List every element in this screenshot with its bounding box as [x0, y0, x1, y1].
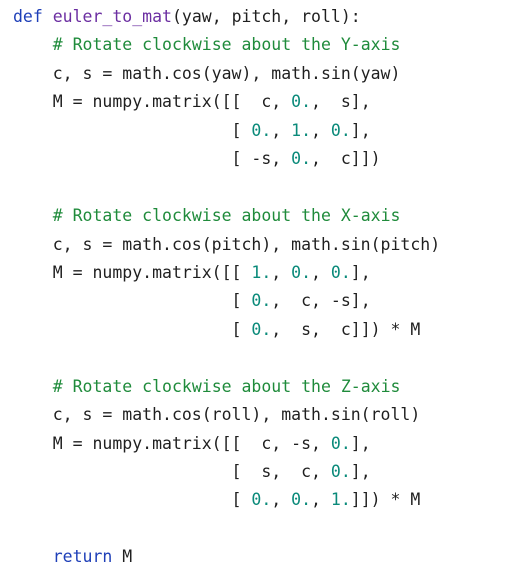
- number-token: 1.: [251, 262, 272, 282]
- code-token: c, s = math.cos(pitch), math.sin(pitch): [13, 234, 441, 254]
- number-token: 0.: [330, 462, 351, 481]
- comment-token: # Rotate clockwise about the X-axis: [52, 206, 401, 226]
- code-token: (yaw, pitch, roll):: [171, 7, 361, 26]
- code-token: , c, -s],: [271, 291, 371, 311]
- code-token: ,: [311, 120, 331, 140]
- number-token: 0.: [330, 433, 351, 453]
- code-token: ],: [350, 262, 371, 282]
- number-token: 0.: [251, 291, 272, 311]
- code-token: M = numpy.matrix([[: [13, 262, 252, 282]
- code-token: [: [13, 120, 252, 140]
- number-token: 0.: [251, 490, 272, 510]
- code-line: [ 0., 0., 1.]]) * M: [13, 486, 517, 514]
- code-token: ,: [271, 262, 292, 282]
- code-line: return M: [13, 543, 517, 571]
- code-token: c, s = math.cos(roll), math.sin(roll): [13, 405, 421, 425]
- code-token: [: [13, 490, 252, 510]
- code-line: M = numpy.matrix([[ c, 0., s],: [13, 88, 517, 116]
- number-token: 0.: [330, 262, 351, 282]
- function-name-token: euler_to_mat: [52, 7, 172, 26]
- number-token: 0.: [251, 319, 272, 339]
- keyword-token: return: [52, 547, 113, 567]
- code-line: [ 0., s, c]]) * M: [13, 316, 517, 344]
- code-token: M = numpy.matrix([[ c, -s,: [13, 433, 331, 453]
- number-token: 0.: [251, 120, 272, 140]
- code-line: c, s = math.cos(pitch), math.sin(pitch): [13, 231, 517, 259]
- code-token: ]]) * M: [350, 490, 421, 510]
- code-line: [ 0., 1., 0.],: [13, 117, 517, 145]
- number-token: 0.: [291, 490, 312, 510]
- code-token: ,: [271, 490, 292, 510]
- code-line: c, s = math.cos(roll), math.sin(roll): [13, 401, 517, 429]
- code-token: [ -s,: [13, 149, 292, 169]
- code-token: M: [112, 547, 133, 567]
- code-token: ,: [311, 262, 331, 282]
- code-line: # Rotate clockwise about the Y-axis: [13, 31, 517, 59]
- code-token: ],: [350, 462, 371, 481]
- number-token: 0.: [291, 262, 312, 282]
- number-token: 1.: [291, 120, 312, 140]
- code-line: M = numpy.matrix([[ c, -s, 0.],: [13, 430, 517, 458]
- number-token: 1.: [330, 490, 351, 510]
- code-line: [ 0., c, -s],: [13, 287, 517, 315]
- code-token: , s],: [311, 92, 371, 112]
- code-token: , s, c]]) * M: [271, 319, 421, 339]
- code-token: [ s, c,: [13, 462, 331, 481]
- code-line: M = numpy.matrix([[ 1., 0., 0.],: [13, 259, 517, 287]
- code-token: ,: [271, 120, 292, 140]
- code-line: # Rotate clockwise about the Z-axis: [13, 373, 517, 401]
- code-line: [ s, c, 0.],: [13, 458, 517, 486]
- number-token: 0.: [291, 149, 312, 169]
- code-line: c, s = math.cos(yaw), math.sin(yaw): [13, 60, 517, 88]
- comment-token: # Rotate clockwise about the Z-axis: [52, 376, 401, 396]
- code-token: [: [13, 291, 252, 311]
- code-token: ,: [311, 490, 331, 510]
- code-token: ],: [350, 433, 371, 453]
- code-line: # Rotate clockwise about the X-axis: [13, 202, 517, 230]
- comment-token: # Rotate clockwise about the Y-axis: [52, 35, 401, 55]
- code-token: , c]]): [311, 149, 381, 169]
- code-token: M = numpy.matrix([[ c,: [13, 92, 292, 112]
- number-token: 0.: [330, 120, 351, 140]
- number-token: 0.: [291, 92, 312, 112]
- keyword-token: def: [13, 7, 43, 26]
- code-line: [ -s, 0., c]]): [13, 145, 517, 173]
- code-token: c, s = math.cos(yaw), math.sin(yaw): [13, 63, 401, 83]
- code-token: [: [13, 319, 252, 339]
- code-line: def euler_to_mat(yaw, pitch, roll):: [13, 3, 517, 31]
- code-editor[interactable]: def euler_to_mat(yaw, pitch, roll): # Ro…: [0, 0, 517, 571]
- code-token: ],: [350, 120, 371, 140]
